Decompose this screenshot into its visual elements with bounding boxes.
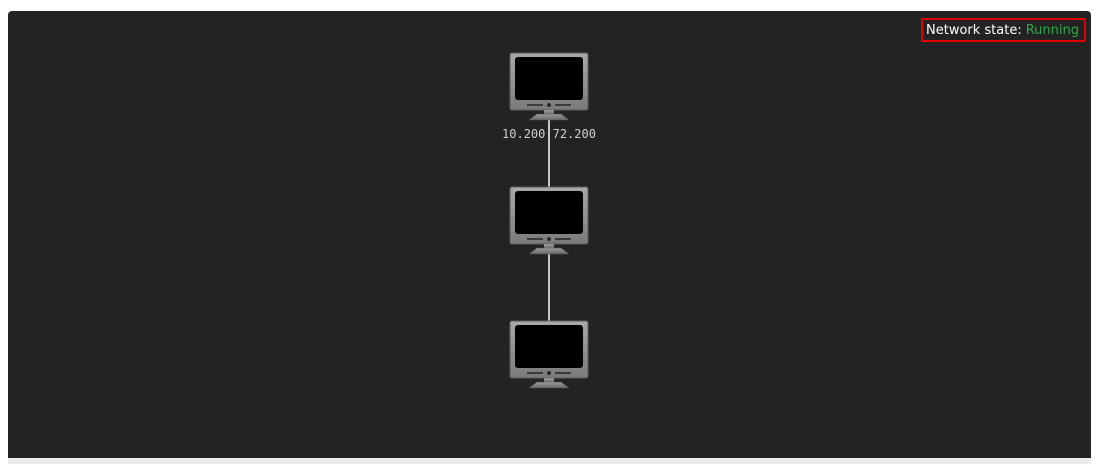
network-topology: 10.200.72.200 [502,52,596,389]
node-ip-label: 10.200.72.200 [502,127,596,141]
network-node-node-2[interactable] [509,186,589,255]
network-canvas-panel: Network state: Running 10.200.72.200 [8,11,1091,458]
computer-monitor-icon [509,52,589,121]
network-node-node-3[interactable] [509,320,589,389]
computer-monitor-icon [509,186,589,255]
nodes-layer: 10.200.72.200 [502,52,596,389]
computer-monitor-icon [509,320,589,389]
panel-footer-strip [8,458,1091,464]
network-node-node-1[interactable] [509,52,589,121]
